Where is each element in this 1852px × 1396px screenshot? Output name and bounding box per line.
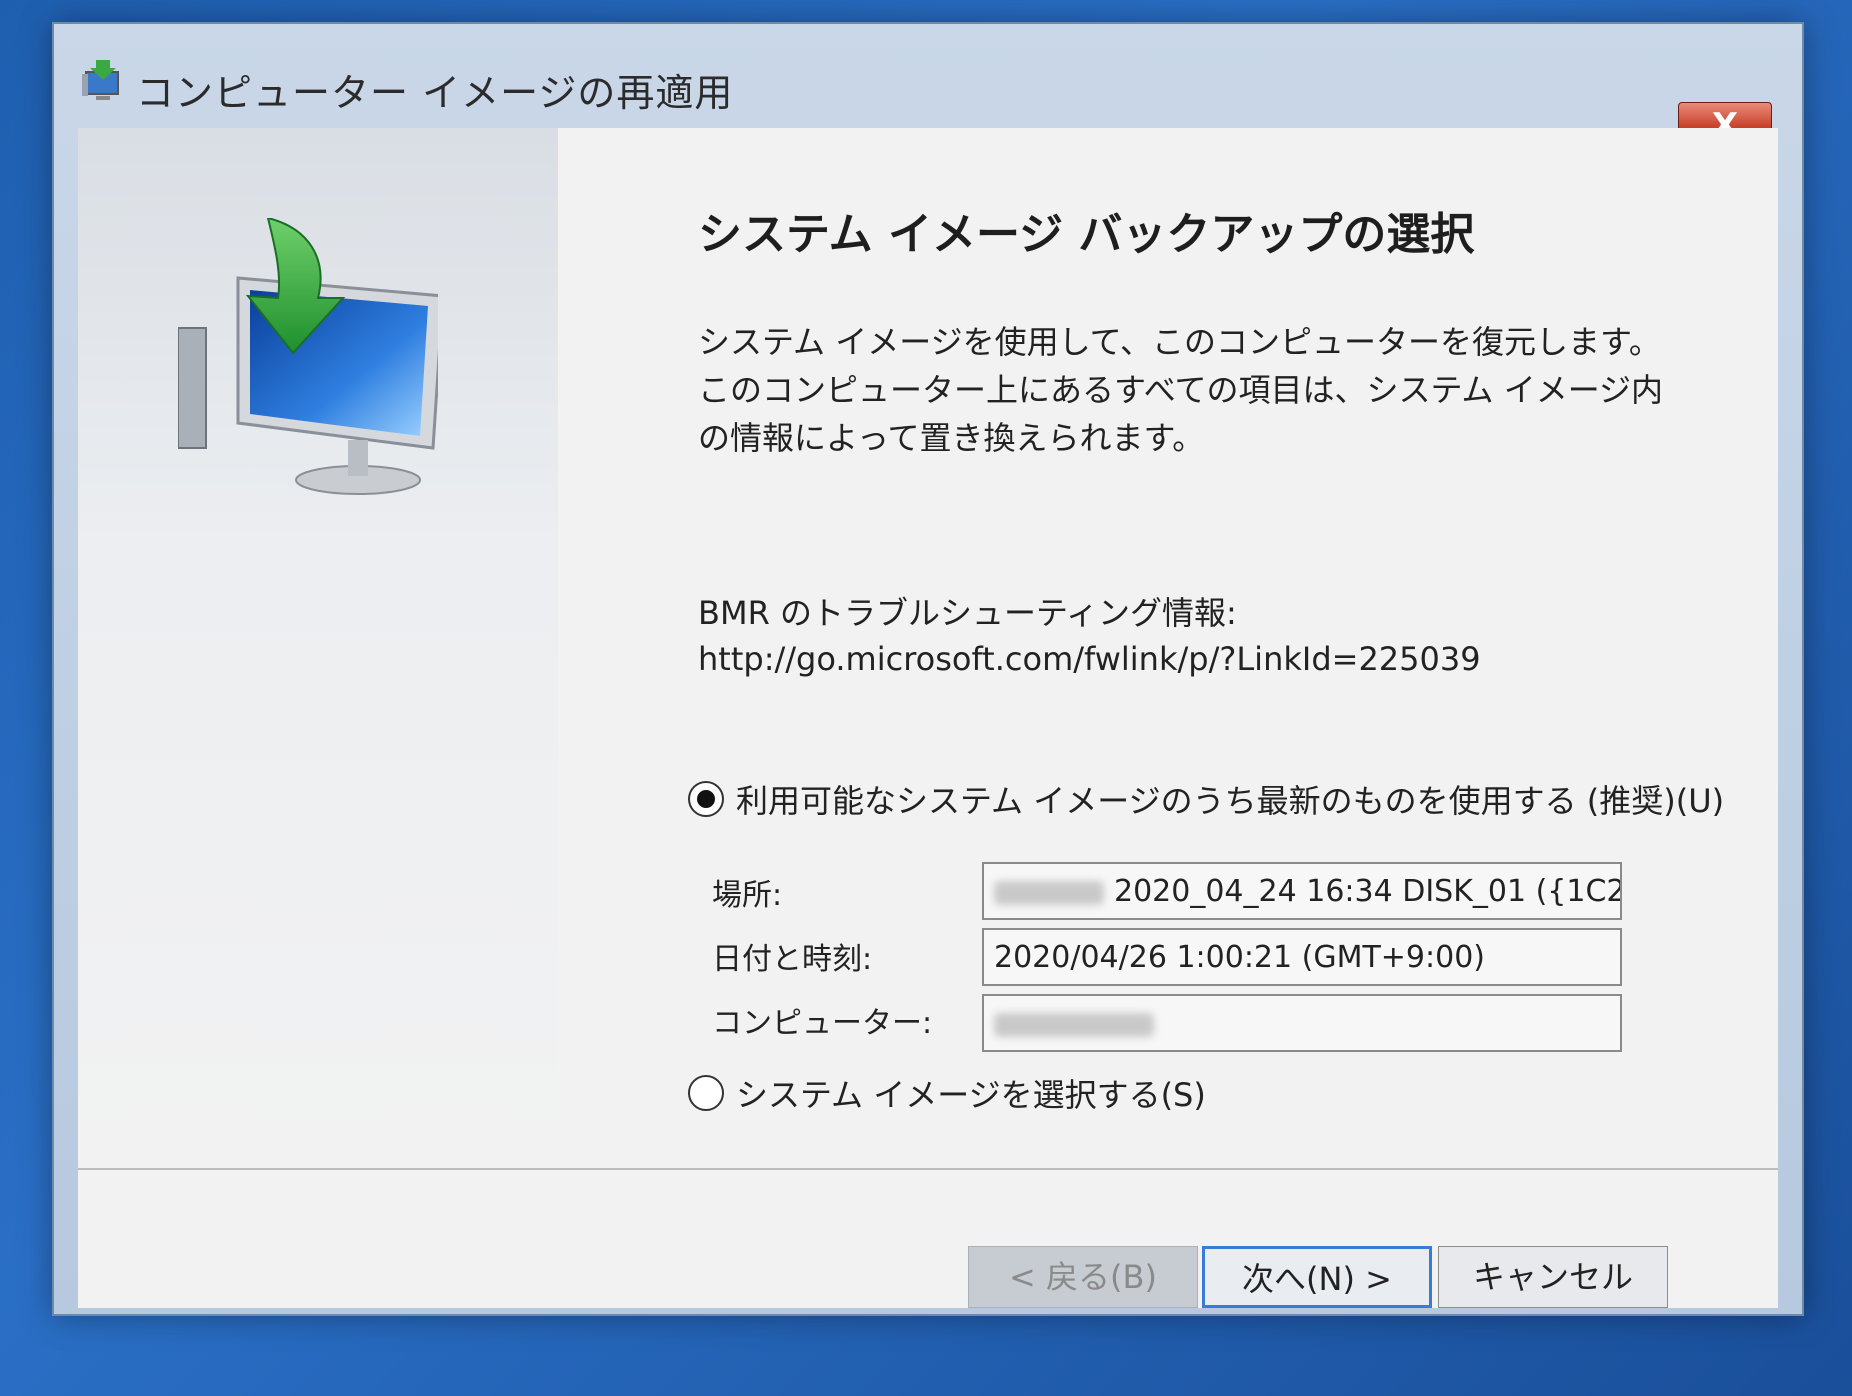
use-latest-image-option[interactable]: 利用可能なシステム イメージのうち最新のものを使用する (推奨)(U) — [688, 776, 1724, 822]
date-time-value: 2020/04/26 1:00:21 (GMT+9:00) — [994, 940, 1486, 975]
location-label: 場所: — [712, 878, 783, 913]
monitor-restore-icon — [178, 218, 438, 495]
backup-restore-icon — [80, 58, 126, 104]
description-text: システム イメージを使用して、このコンピューターを復元します。このコンピューター… — [698, 323, 1664, 457]
restore-dialog-window: コンピューター イメージの再適用 X システム イメージ バックアップの選択 シ… — [52, 22, 1804, 1316]
bmr-troubleshooting-link: http://go.microsoft.com/fwlink/p/?LinkId… — [698, 640, 1481, 678]
footer-separator — [78, 1168, 1778, 1170]
date-time-label: 日付と時刻: — [712, 942, 873, 977]
side-panel — [78, 128, 558, 1168]
redacted-text — [994, 880, 1104, 905]
computer-field — [982, 994, 1622, 1052]
title-bar: コンピューター イメージの再適用 X — [54, 24, 1802, 152]
dialog-client-area: システム イメージ バックアップの選択 システム イメージを使用して、このコンピ… — [78, 128, 1778, 1308]
date-time-field: 2020/04/26 1:00:21 (GMT+9:00) — [982, 928, 1622, 986]
select-image-label: システム イメージを選択する(S) — [736, 1076, 1206, 1114]
location-field: 2020_04_24 16:34 DISK_01 ({1C2836 — [982, 862, 1622, 920]
back-button[interactable]: < 戻る(B) — [968, 1246, 1198, 1308]
computer-label: コンピューター: — [712, 1006, 933, 1041]
cancel-button[interactable]: キャンセル — [1438, 1246, 1668, 1308]
page-title: システム イメージ バックアップの選択 — [698, 209, 1475, 260]
window-title: コンピューター イメージの再適用 — [136, 71, 734, 115]
use-latest-image-label: 利用可能なシステム イメージのうち最新のものを使用する (推奨)(U) — [736, 782, 1725, 820]
location-value: 2020_04_24 16:34 DISK_01 ({1C2836 — [1114, 874, 1620, 909]
bmr-troubleshooting-label: BMR のトラブルシューティング情報: — [698, 594, 1237, 632]
radio-latest-image[interactable] — [688, 781, 724, 817]
radio-select-image[interactable] — [688, 1075, 724, 1111]
redacted-text — [994, 1012, 1154, 1037]
select-image-option[interactable]: システム イメージを選択する(S) — [688, 1070, 1206, 1116]
next-button[interactable]: 次へ(N) > — [1202, 1246, 1432, 1308]
